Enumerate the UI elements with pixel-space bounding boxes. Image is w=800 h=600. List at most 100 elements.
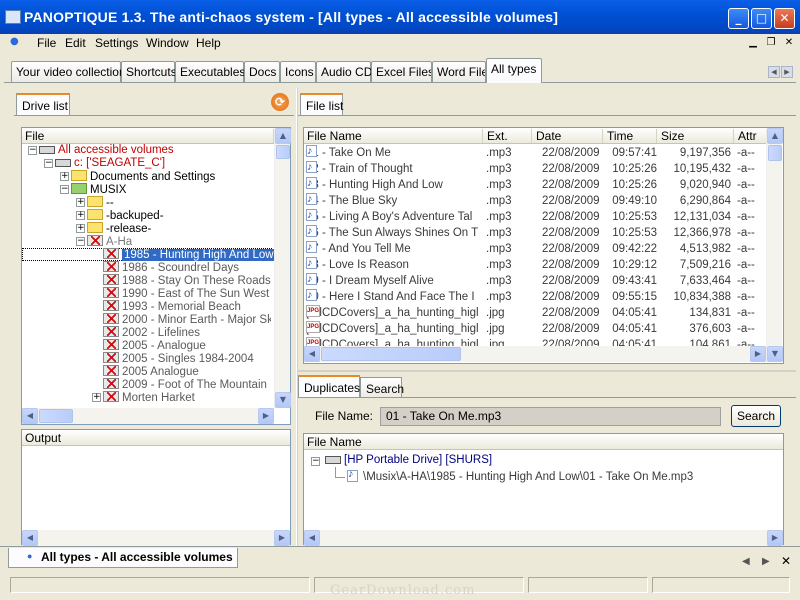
duplicates-column-file-name[interactable]: File Name <box>304 435 783 449</box>
close-button[interactable]: ✕ <box>774 8 795 29</box>
window-tab-next-icon[interactable]: ▶ <box>762 556 770 567</box>
expand-icon[interactable]: + <box>76 198 85 207</box>
tab-shortcuts[interactable]: Shortcuts <box>121 61 177 82</box>
scroll-right-icon[interactable]: ▶ <box>750 346 766 362</box>
file-row[interactable]: 06 - The Sun Always Shines On T .mp3 22/08… <box>304 225 764 241</box>
tab-all-types[interactable]: All types <box>486 58 542 83</box>
collapse-icon[interactable]: − <box>44 159 53 168</box>
tab-docs[interactable]: Docs <box>244 61 280 82</box>
tree-node-musix[interactable]: MUSIX <box>71 183 126 196</box>
minimize-button[interactable]: _ <box>728 8 749 29</box>
tree-node-1990[interactable]: 1990 - East of The Sun West of <box>103 287 271 300</box>
file-row[interactable]: 09 - I Dream Myself Alive .mp3 22/08/2009 0… <box>304 273 764 289</box>
refresh-icon[interactable]: ⟳ <box>271 93 289 111</box>
menu-help[interactable]: Help <box>196 36 221 50</box>
column-time[interactable]: Time <box>604 129 657 143</box>
file-row[interactable]: 10 - Here I Stand And Face The I .mp3 22/0… <box>304 289 764 305</box>
tree-node-documents[interactable]: Documents and Settings <box>71 170 215 183</box>
scroll-thumb[interactable] <box>39 409 73 423</box>
file-row[interactable]: 01 - Take On Me .mp3 22/08/2009 09:57:41 9,1… <box>304 145 764 161</box>
column-attr[interactable]: Attr <box>735 129 766 143</box>
tree-horizontal-scrollbar[interactable]: ◀ ▶ <box>22 408 274 424</box>
tree-node-dashes[interactable]: -- <box>87 196 114 209</box>
collapse-icon[interactable]: − <box>28 146 37 155</box>
tree-node-release[interactable]: -release- <box>87 222 151 235</box>
window-tab-all-types[interactable]: ● All types - All accessible volumes <box>8 548 238 568</box>
tree-node-1986[interactable]: 1986 - Scoundrel Days <box>103 261 239 274</box>
tree-node-2009[interactable]: 2009 - Foot of The Mountain <box>103 378 267 391</box>
tree-node-all-volumes[interactable]: All accessible volumes <box>39 144 174 157</box>
window-tab-close-icon[interactable]: ✕ <box>781 554 791 568</box>
duplicate-drive-node[interactable]: [HP Portable Drive] [SHURS] <box>325 454 492 467</box>
file-row[interactable]: 02 - Train of Thought .mp3 22/08/2009 10:25… <box>304 161 764 177</box>
tree-node-a-ha[interactable]: A-Ha <box>87 235 132 248</box>
column-size[interactable]: Size <box>658 129 734 143</box>
output-horizontal-scrollbar[interactable]: ◀ ▶ <box>22 530 290 546</box>
scroll-left-icon[interactable]: ◀ <box>304 346 320 362</box>
scroll-left-icon[interactable]: ◀ <box>22 530 38 546</box>
column-date[interactable]: Date <box>533 129 603 143</box>
scroll-right-icon[interactable]: ▶ <box>767 530 783 546</box>
mdi-close-icon[interactable]: ✕ <box>781 36 797 50</box>
duplicate-file-node[interactable]: \Musix\A-HA\1985 - Hunting High And Low\… <box>347 468 693 483</box>
scroll-right-icon[interactable]: ▶ <box>274 530 290 546</box>
drive-list-tab[interactable]: Drive list <box>16 93 70 115</box>
mdi-child-icon[interactable]: ● <box>10 36 19 47</box>
tree-vertical-scrollbar[interactable]: ▲ ▼ <box>274 128 291 408</box>
collapse-icon[interactable]: − <box>60 185 69 194</box>
search-tab[interactable]: Search <box>360 377 404 397</box>
tree-node-1993[interactable]: 1993 - Memorial Beach <box>103 300 241 313</box>
collapse-icon[interactable]: − <box>311 457 320 466</box>
scroll-down-icon[interactable]: ▼ <box>767 346 783 362</box>
expand-icon[interactable]: + <box>76 224 85 233</box>
mdi-restore-icon[interactable]: ❐ <box>763 36 779 50</box>
file-list-tab[interactable]: File list <box>300 93 343 115</box>
scroll-left-icon[interactable]: ◀ <box>22 408 38 424</box>
expand-icon[interactable]: + <box>76 211 85 220</box>
tab-executables[interactable]: Executables <box>175 61 245 82</box>
file-list-vertical-scrollbar[interactable]: ▲ ▼ <box>766 128 783 362</box>
file-row[interactable]: 04 - The Blue Sky .mp3 22/08/2009 09:49:10 6… <box>304 193 764 209</box>
tab-scroll-arrows[interactable]: ◀ ▶ <box>768 66 794 78</box>
tab-word-files[interactable]: Word Files <box>432 61 486 82</box>
tree-node-2000[interactable]: 2000 - Minor Earth - Major Sky <box>103 313 271 326</box>
vertical-splitter[interactable] <box>296 88 298 546</box>
tree-node-2005-analogue[interactable]: 2005 - Analogue <box>103 339 206 352</box>
file-row[interactable]: JPG [AllCDCovers]_a_ha_hunting_higl .jpg 22… <box>304 321 764 337</box>
scroll-thumb[interactable] <box>768 145 782 161</box>
file-name-input[interactable]: 01 - Take On Me.mp3 <box>380 407 721 426</box>
scroll-up-icon[interactable]: ▲ <box>767 128 783 144</box>
file-row[interactable]: JPG [AllCDCovers]_a_ha_hunting_higl .jpg 22… <box>304 305 764 321</box>
scroll-right-icon[interactable]: ▶ <box>258 408 274 424</box>
mdi-minimize-icon[interactable]: ▁ <box>745 36 761 50</box>
expand-icon[interactable]: + <box>92 393 101 402</box>
tree-node-1985[interactable]: 1985 - Hunting High And Low <box>103 248 276 261</box>
duplicates-horizontal-scrollbar[interactable]: ◀ ▶ <box>304 530 783 546</box>
file-list-horizontal-scrollbar[interactable]: ◀ ▶ <box>304 346 766 362</box>
file-row[interactable]: 05 - Living A Boy's Adventure Tal .mp3 22/… <box>304 209 764 225</box>
scroll-left-icon[interactable]: ◀ <box>304 530 320 546</box>
column-ext[interactable]: Ext. <box>484 129 532 143</box>
tree-node-2002[interactable]: 2002 - Lifelines <box>103 326 200 339</box>
scroll-thumb[interactable] <box>276 145 290 159</box>
duplicates-tab[interactable]: Duplicates <box>298 375 360 397</box>
tab-scroll-right-icon[interactable]: ▶ <box>781 66 793 78</box>
file-row[interactable]: JPG [AllCDCovers]_a_ha_hunting_higl .jpg 22… <box>304 337 764 346</box>
file-column-header[interactable]: File <box>22 129 274 143</box>
search-button[interactable]: Search <box>731 405 781 427</box>
tab-audio-cd[interactable]: Audio CD <box>316 61 372 82</box>
scroll-up-icon[interactable]: ▲ <box>275 128 291 144</box>
tree-node-backuped[interactable]: -backuped- <box>87 209 164 222</box>
window-tab-prev-icon[interactable]: ◀ <box>742 556 750 567</box>
file-row[interactable]: 07 - And You Tell Me .mp3 22/08/2009 09:42:… <box>304 241 764 257</box>
collapse-icon[interactable]: − <box>76 237 85 246</box>
tab-scroll-left-icon[interactable]: ◀ <box>768 66 780 78</box>
tree-node-1988[interactable]: 1988 - Stay On These Roads <box>103 274 271 287</box>
scroll-thumb[interactable] <box>321 347 461 361</box>
tree-node-2005-singles[interactable]: 2005 - Singles 1984-2004 <box>103 352 254 365</box>
menu-settings[interactable]: Settings <box>95 36 138 50</box>
tab-icons[interactable]: Icons <box>280 61 316 82</box>
menu-window[interactable]: Window <box>146 36 189 50</box>
maximize-button[interactable]: □ <box>751 8 772 29</box>
tree-node-2005-analogue-2[interactable]: 2005 Analogue <box>103 365 199 378</box>
